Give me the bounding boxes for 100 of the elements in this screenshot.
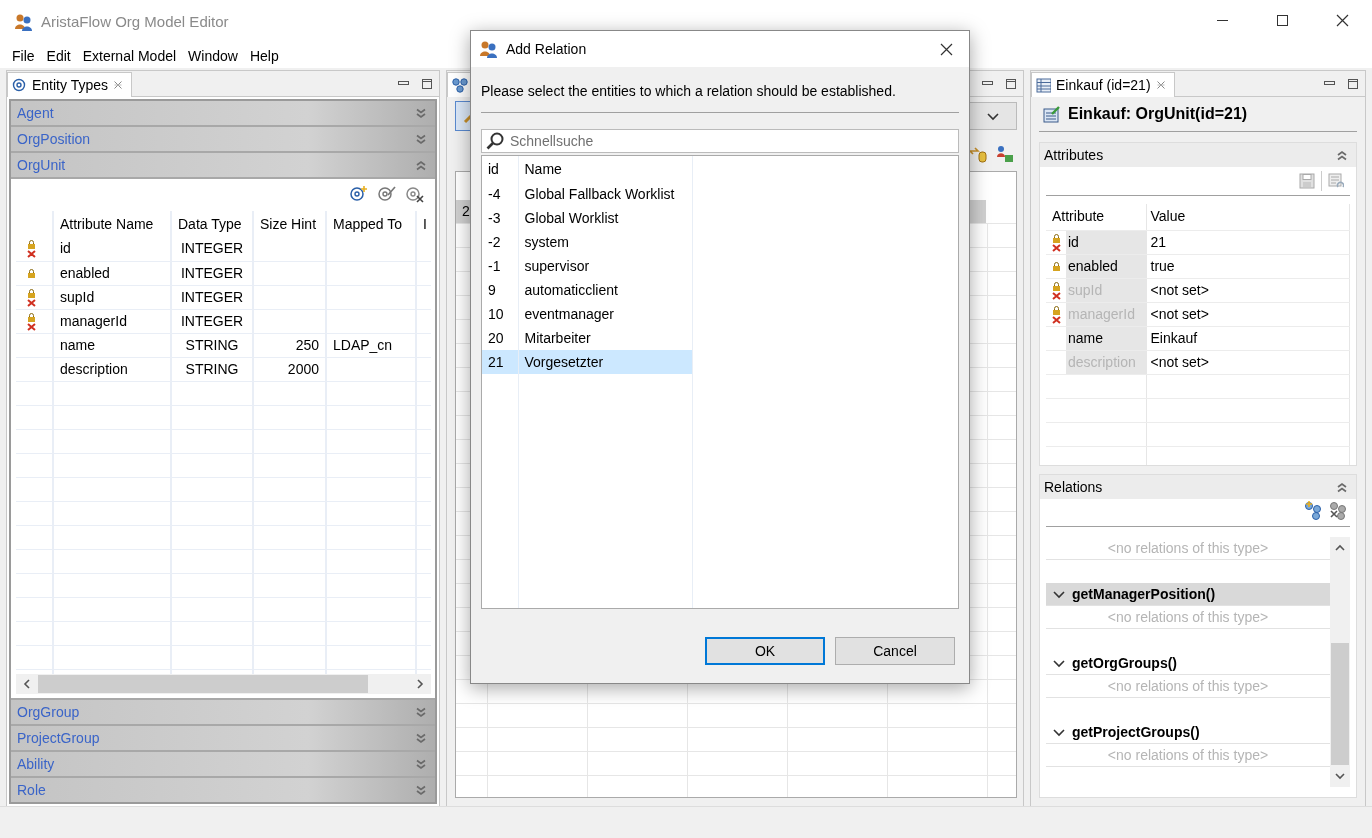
table-cell[interactable]: system [518,230,692,254]
column-header[interactable]: id [482,156,518,182]
attribute-name: enabled [1066,254,1146,278]
table-cell: managerId [53,309,171,333]
expand-icon [415,784,427,796]
relation-group[interactable]: getOrgGroups() [1046,652,1330,675]
relation-group[interactable]: getProjectGroups() [1046,721,1330,744]
section-header[interactable]: Attributes [1040,143,1356,167]
edit-attribute-icon[interactable] [377,185,397,203]
empty-message: <no relations of this type> [1046,537,1330,560]
search-icon [486,132,504,150]
table-cell: description [53,357,171,381]
attribute-name: name [1066,326,1146,350]
delete-attribute-icon[interactable] [405,185,425,203]
maximize-view-icon[interactable] [421,77,433,90]
table-cell: STRING [171,333,253,357]
table-cell[interactable]: -3 [482,206,518,230]
table-cell[interactable]: supervisor [518,254,692,278]
scroll-down-icon[interactable] [1334,771,1346,781]
menu-item[interactable]: File [6,46,41,66]
scroll-right-icon[interactable] [415,678,425,690]
table-cell[interactable]: -2 [482,230,518,254]
collapse-icon [1336,149,1348,161]
attribute-value: true [1146,254,1350,278]
menu-item[interactable]: External Model [76,46,183,66]
add-attribute-icon[interactable] [349,185,369,203]
column-header[interactable]: Name [518,156,692,182]
empty-message: <no relations of this type> [1046,606,1330,629]
scroll-left-icon[interactable] [22,678,32,690]
attribute-value: 21 [1146,230,1350,254]
locked-key-icon [26,287,37,307]
attribute-name: id [1066,230,1146,254]
table-cell: LDAP_cn [326,333,416,357]
dropdown[interactable] [969,102,1017,130]
table-cell[interactable]: Vorgesetzter [518,350,692,374]
expand-icon [415,758,427,770]
scrollbar-thumb[interactable] [38,675,368,693]
table-cell[interactable]: 21 [482,350,518,374]
table-cell[interactable]: -1 [482,254,518,278]
section-header[interactable]: Relations [1040,475,1356,499]
table-cell[interactable]: automaticclient [518,278,692,302]
column-header[interactable]: Mapped To [326,211,416,237]
locked-key-icon [26,239,37,259]
table-cell[interactable]: eventmanager [518,302,692,326]
column-header[interactable]: Attribute Name [53,211,171,237]
tab-close-icon[interactable] [1155,80,1166,90]
close-icon [939,42,953,56]
attribute-value: <not set> [1146,278,1350,302]
tab-close-icon[interactable] [113,80,123,90]
collapse-icon [415,159,427,171]
attribute-value: <not set> [1146,350,1350,374]
lock-icon [26,267,37,279]
table-cell[interactable]: -4 [482,182,518,206]
maximize-icon [1275,13,1289,27]
cancel-button[interactable]: Cancel [835,637,955,665]
table-cell: INTEGER [171,261,253,285]
table-cell: id [53,237,171,261]
menu-item[interactable]: Edit [40,46,77,66]
attribute-value: <not set> [1146,302,1350,326]
expand-icon [415,732,427,744]
table-cell: INTEGER [171,285,253,309]
app-icon [14,12,33,32]
scrollbar-thumb[interactable] [1331,643,1349,765]
add-relation-icon[interactable] [1304,501,1323,520]
table-icon [1036,77,1051,93]
nodes-icon [452,77,468,93]
maximize-view-icon[interactable] [1347,77,1359,90]
assign-icon[interactable] [969,145,987,163]
empty-message: <no relations of this type> [1046,744,1330,767]
expand-icon [415,706,427,718]
ok-button[interactable]: OK [705,637,825,665]
panel-heading: Einkauf: OrgUnit(id=21) [1068,104,1248,124]
table-cell[interactable]: 9 [482,278,518,302]
instruction-text: Please select the entities to which a relation should be established. [481,67,959,113]
app-icon [479,39,498,59]
table-cell[interactable]: Global Fallback Worklist [518,182,692,206]
close-icon [1335,13,1349,27]
form-icon [1043,105,1060,123]
expand-icon [415,107,427,119]
table-cell: INTEGER [171,309,253,333]
relation-group[interactable]: getManagerPosition() [1046,583,1330,606]
column-header[interactable]: Attribute [1046,204,1146,230]
maximize-view-icon[interactable] [1005,77,1017,90]
dialog-title: Add Relation [506,39,587,59]
empty-message: <no relations of this type> [1046,675,1330,698]
scroll-up-icon[interactable] [1334,543,1346,553]
expand-icon [415,133,427,145]
remove-relation-icon[interactable] [1329,501,1348,520]
column-header[interactable]: Size Hint [253,211,326,237]
user-move-icon[interactable] [995,145,1013,163]
menu-item[interactable]: Help [243,46,285,66]
table-cell[interactable]: 10 [482,302,518,326]
column-header[interactable]: Data Type [171,211,253,237]
column-header[interactable]: Value [1146,204,1350,230]
menu-item[interactable]: Window [182,46,244,66]
collapse-icon [1336,481,1348,493]
table-cell: enabled [53,261,171,285]
table-cell[interactable]: Global Worklist [518,206,692,230]
minimize-icon [1216,19,1228,21]
table-cell: STRING [171,357,253,381]
